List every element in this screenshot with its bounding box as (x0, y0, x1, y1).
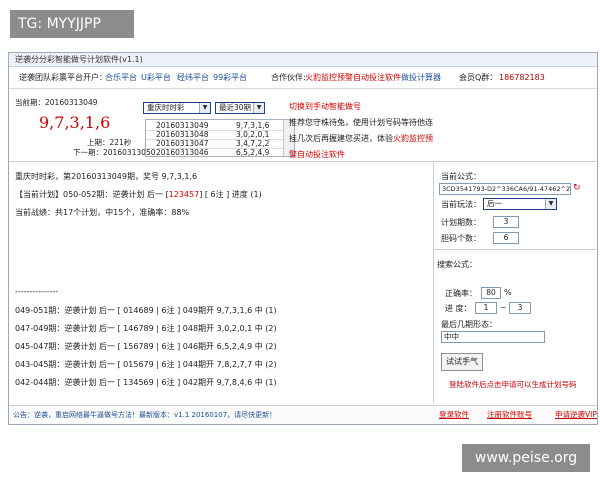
announcement[interactable]: 公告：逆袭，重启网络最牛逼做号方法！最新版本：v1.1 20160107，请尽快… (13, 406, 276, 424)
member-qq: 186782183 (499, 73, 545, 82)
play-label: 当前玩法： (441, 200, 481, 209)
plan-row: 043-045期：逆袭计划 后一 [ 015679 | 6注 ] 044期开 7… (15, 360, 277, 369)
tg-overlay-label: TG: MYYJJPP (10, 10, 134, 38)
partner-label: 合作伙伴: (271, 73, 306, 82)
lottery-select-value: 重庆时时彩 (147, 103, 185, 112)
progress-from-input[interactable]: 1 (475, 302, 497, 314)
play-select-value: 后一 (487, 199, 502, 208)
chevron-down-icon: ▼ (199, 103, 210, 113)
partner-link-calc[interactable]: 做投计算器 (401, 68, 441, 88)
recent-label: 最后几期形态： (441, 320, 497, 329)
chevron-down-icon: ▼ (253, 103, 264, 113)
notice-title[interactable]: 切换到手动智能做号 (289, 101, 361, 112)
watermark-label: www.peise.org (462, 444, 590, 472)
notice-line4[interactable]: 警自动投注软件 (289, 149, 345, 160)
login-link[interactable]: 登录软件 (439, 406, 469, 424)
current-numbers: 9,7,3,1,6 (39, 113, 111, 132)
apply-vip-link[interactable]: 申请逆袭VIP (555, 406, 597, 424)
notice-link[interactable]: 火豹监控预 (393, 134, 433, 143)
notice-line2: 推荐您守株待兔，使用计划号码等待他连 (289, 118, 433, 127)
result-panel: 重庆时时彩，第20160313049期，奖号 9,7,3,1,6 【当前计划】0… (9, 165, 427, 401)
result-header: 重庆时时彩，第20160313049期，奖号 9,7,3,1,6 (15, 172, 198, 181)
range-select-value: 最近30期 (219, 103, 252, 112)
search-label: 搜索公式： (437, 260, 477, 269)
plan-row: 042-044期：逆袭计划 后一 [ 134569 | 6注 ] 042期开 9… (15, 378, 277, 387)
prev-value: 221秒 (109, 138, 132, 147)
notice-line3: 挂几次后再握建您买进，体验火豹监控预 (289, 134, 433, 143)
register-tip: 登陆软件后点击申请可以生成计划号码 (449, 380, 577, 389)
register-link[interactable]: 注册软件账号 (487, 406, 532, 424)
results-divider: --------------- (15, 287, 59, 296)
partner-link[interactable]: 火豹监控预警自动投注软件 (305, 68, 401, 88)
plan-row: 049-051期：逆袭计划 后一 [ 014689 | 6注 ] 049期开 9… (15, 306, 277, 315)
prev-label: 上期： (87, 138, 110, 147)
current-plan: 【当前计划】050-052期：逆袭计划 后一 [123457] [ 6注 ] 进… (15, 190, 262, 199)
stats-line: 当前战绩：共17个计划，中15个，准确率：88% (15, 208, 190, 217)
progress-sep: ~ (500, 303, 507, 312)
history-row[interactable]: 20160313046 6,5,2,4,9 (146, 148, 284, 156)
plan-row: 047-049期：逆袭计划 后一 [ 146789 | 6注 ] 048期开 3… (15, 324, 277, 333)
count-input[interactable]: 6 (493, 232, 519, 244)
progress-label: 进 度： (445, 304, 472, 313)
play-select[interactable]: 后一 ▼ (483, 198, 557, 210)
link-jingwei[interactable]: 经纬平台 (177, 68, 209, 88)
refresh-icon[interactable]: ↻ (573, 183, 581, 193)
current-period: 当前期：20160313049 (15, 98, 98, 107)
app-window: 逆袭分分彩智能做号计划软件(v1.1) 逆袭团队彩票平台开户： 合乐平台 U彩平… (8, 52, 598, 425)
range-select[interactable]: 最近30期 ▼ (215, 102, 265, 114)
next-period: 下一期：20160313050 (73, 148, 156, 157)
platform-label: 逆袭团队彩票平台开户： (19, 73, 107, 82)
status-bar: 公告：逆袭，重启网络最牛逼做号方法！最新版本：v1.1 20160107，请尽快… (9, 405, 597, 424)
periods-label: 计划期数： (441, 218, 481, 227)
history-list[interactable]: 20160313049 9,7,3,1,6 20160313048 3,0,2,0,… (145, 119, 295, 157)
count-label: 胆码个数： (441, 234, 481, 243)
panel-separator (433, 249, 597, 250)
settings-panel: 当前公式： 3CD3541793-D2^336CA6/91-47462^2 ↻ … (433, 165, 597, 401)
plan-row: 045-047期：逆袭计划 后一 [ 156789 | 6注 ] 046期开 6… (15, 342, 277, 351)
lottery-select[interactable]: 重庆时时彩 ▼ (143, 102, 211, 114)
link-ucai[interactable]: U彩平台 (141, 68, 171, 88)
member-label: 会员Q群： (459, 73, 498, 82)
formula-label: 当前公式： (441, 172, 481, 181)
formula-input[interactable]: 3CD3541793-D2^336CA6/91-47462^2 (439, 183, 571, 195)
link-bar: 逆袭团队彩票平台开户： 合乐平台 U彩平台 经纬平台 99彩平台 合作伙伴: 火… (9, 68, 597, 89)
chevron-down-icon: ▼ (545, 199, 556, 209)
periods-input[interactable]: 3 (493, 216, 519, 228)
window-title: 逆袭分分彩智能做号计划软件(v1.1) (9, 53, 597, 67)
accuracy-input[interactable]: 80 (481, 287, 501, 299)
try-luck-button[interactable]: 试试手气 (441, 353, 483, 371)
link-99cai[interactable]: 99彩平台 (213, 68, 247, 88)
progress-to-input[interactable]: 3 (509, 302, 531, 314)
recent-input[interactable]: 中中 (441, 331, 545, 343)
accuracy-unit: % (504, 288, 512, 297)
divider (9, 161, 597, 162)
link-hele[interactable]: 合乐平台 (105, 68, 137, 88)
accuracy-label: 正确率： (445, 289, 477, 298)
